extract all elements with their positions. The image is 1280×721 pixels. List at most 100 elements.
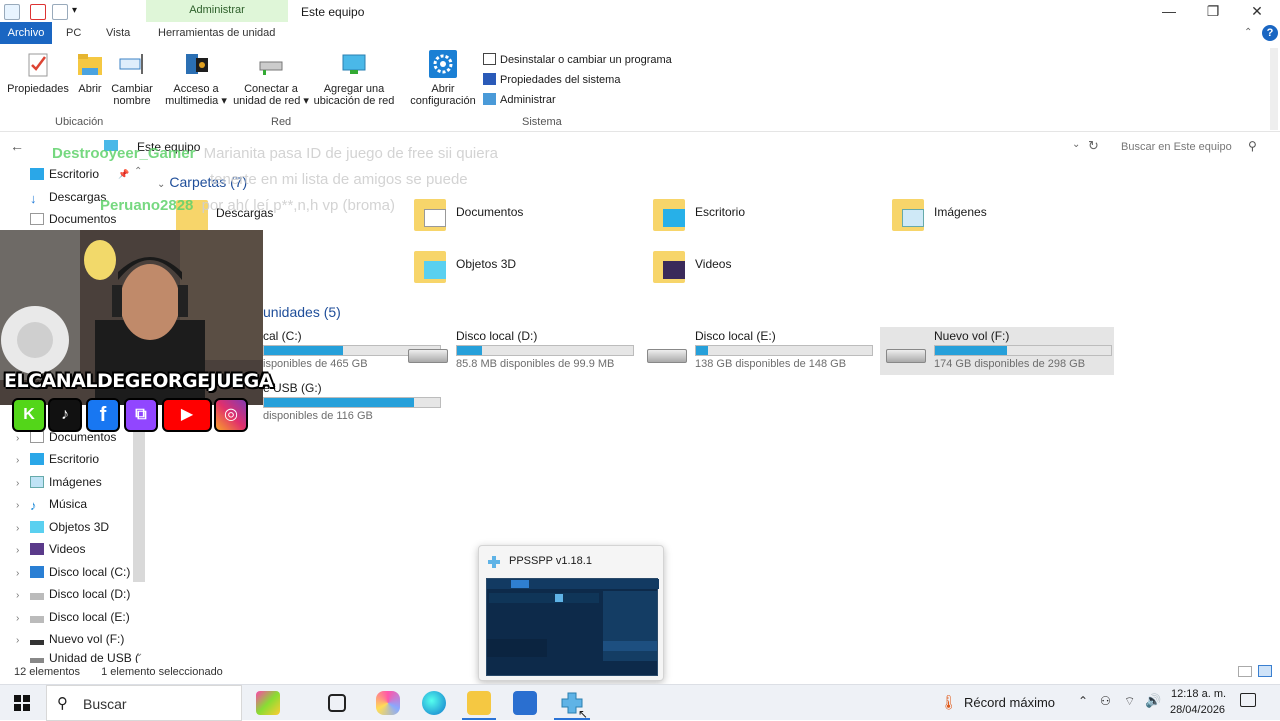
drive-f[interactable]: Nuevo vol (F:) 174 GB disponibles de 298…	[880, 327, 1114, 375]
expand-chevron-icon[interactable]: ›	[16, 586, 30, 606]
scroll-down-icon[interactable]: ⌄	[135, 648, 143, 659]
properties-icon	[24, 50, 52, 78]
computer-icon[interactable]	[4, 4, 20, 20]
tab-drive-tools[interactable]: Herramientas de unidad	[158, 27, 275, 39]
help-icon[interactable]: ?	[1262, 25, 1278, 41]
tree-item-disco-e[interactable]: › Disco local (E:)	[16, 607, 130, 627]
expand-chevron-icon[interactable]: ›	[16, 496, 30, 516]
collapse-chevron-icon[interactable]: ⌄	[157, 179, 165, 190]
expand-chevron-icon[interactable]: ›	[16, 474, 30, 494]
tab-view[interactable]: Vista	[106, 27, 130, 39]
ppsspp-thumbnail[interactable]	[486, 578, 659, 676]
videos-folder-icon	[653, 245, 685, 283]
open-settings-button[interactable]: Abrir configuración	[408, 50, 478, 107]
twitch-icon: ⧉	[124, 398, 158, 432]
wifi-icon[interactable]: ⌔	[1124, 694, 1135, 709]
clock-time[interactable]: 12:18 a. m.	[1171, 688, 1226, 700]
search-input[interactable]: Buscar en Este equipo	[1112, 136, 1268, 158]
nav-item-desktop[interactable]: Escritorio	[30, 164, 99, 184]
drive-icon	[408, 349, 448, 363]
new-folder-quick-icon[interactable]	[52, 4, 68, 20]
clock-date[interactable]: 28/04/2026	[1170, 704, 1225, 716]
expand-chevron-icon[interactable]: ›	[16, 631, 30, 651]
notifications-icon[interactable]	[1240, 693, 1256, 707]
chat-username: Peruano2828	[100, 197, 194, 214]
properties-button[interactable]: Propiedades	[6, 50, 70, 95]
expand-chevron-icon[interactable]: ›	[16, 451, 30, 471]
tree-item-disco-c[interactable]: › Disco local (C:)	[16, 562, 130, 582]
large-icons-view-icon[interactable]	[1258, 665, 1272, 677]
scroll-up-icon[interactable]: ⌃	[134, 166, 142, 177]
system-properties-icon	[483, 73, 496, 85]
tree-item-objetos-3d[interactable]: › Objetos 3D	[16, 517, 109, 537]
expand-chevron-icon[interactable]: ›	[16, 609, 30, 629]
back-arrow-icon[interactable]: ←	[10, 138, 24, 154]
expand-chevron-icon[interactable]: ›	[16, 429, 30, 449]
drive-e[interactable]: Disco local (E:) 138 GB disponibles de 1…	[641, 327, 875, 375]
tree-item-videos[interactable]: › Videos	[16, 539, 85, 559]
open-button[interactable]: Abrir	[74, 50, 106, 95]
pin-icon[interactable]: 📌	[118, 169, 129, 180]
manage-button[interactable]: Administrar	[483, 92, 556, 108]
window-title: Este equipo	[301, 5, 365, 19]
search-icon[interactable]: ⚲	[1248, 139, 1257, 153]
add-network-location-button[interactable]: Agregar una ubicación de red	[312, 50, 396, 107]
chat-text: tenerte en mi lista de amigos se puede	[210, 171, 468, 188]
tab-pc[interactable]: PC	[66, 27, 81, 39]
tree-item-imagenes[interactable]: › Imágenes	[16, 472, 102, 492]
edge-browser-icon[interactable]	[422, 691, 446, 715]
system-properties-button[interactable]: Propiedades del sistema	[483, 72, 620, 88]
close-button[interactable]: ✕	[1246, 2, 1268, 22]
media-icon	[182, 50, 210, 78]
gift-widget-icon[interactable]	[256, 691, 280, 715]
windows-start-icon[interactable]	[14, 695, 30, 711]
youtube-icon: ▶	[162, 398, 212, 432]
instagram-icon: ◎	[214, 398, 248, 432]
manage-context-tab[interactable]: Administrar	[146, 0, 288, 22]
ribbon-scrollbar[interactable]	[1270, 48, 1278, 130]
search-icon: ⚲	[57, 695, 68, 712]
refresh-icon[interactable]: ↻	[1088, 138, 1099, 154]
map-network-drive-button[interactable]: Conectar a unidad de red ▾	[232, 50, 310, 107]
file-explorer-icon[interactable]	[467, 691, 491, 715]
ppsspp-preview-window[interactable]: PPSSPP v1.18.1	[478, 545, 664, 681]
uninstall-icon	[483, 53, 496, 65]
quick-access-dropdown-icon[interactable]: ▾	[72, 5, 77, 16]
drive-icon	[647, 349, 687, 363]
tree-item-usb[interactable]: Unidad de USB (	[16, 651, 139, 663]
properties-quick-icon[interactable]	[30, 4, 46, 20]
taskbar: ⚲ Buscar 🌡 Récord máximo ⌃ ⚇ ⌔ 🔊 12:18 a…	[0, 684, 1280, 721]
address-dropdown-icon[interactable]: ⌄	[1072, 139, 1080, 150]
tray-chevron-icon[interactable]: ⌃	[1078, 694, 1088, 708]
mouse-cursor-icon: ↖	[578, 707, 589, 721]
tree-item-escritorio[interactable]: › Escritorio	[16, 449, 99, 469]
rename-button[interactable]: Cambiar nombre	[108, 50, 156, 107]
weather-label[interactable]: Récord máximo	[964, 695, 1055, 710]
drive-icon	[886, 349, 926, 363]
tab-file[interactable]: Archivo	[0, 22, 52, 44]
tree-item-nuevo-vol[interactable]: › Nuevo vol (F:)	[16, 629, 124, 649]
tree-item-musica[interactable]: › ♪ Música	[16, 494, 87, 514]
uninstall-program-button[interactable]: Desinstalar o cambiar un programa	[483, 52, 672, 68]
drives-header[interactable]: unidades (5)	[263, 304, 341, 320]
outlook-icon[interactable]	[513, 691, 537, 715]
task-view-icon[interactable]	[328, 694, 346, 712]
maximize-button[interactable]: ❐	[1202, 2, 1224, 22]
taskbar-search-box[interactable]: ⚲ Buscar	[46, 685, 242, 721]
details-view-icon[interactable]	[1238, 666, 1252, 677]
minimize-button[interactable]: —	[1158, 2, 1180, 22]
expand-chevron-icon[interactable]: ›	[16, 564, 30, 584]
nav-item-downloads[interactable]: ↓ Descargas	[30, 187, 106, 207]
expand-chevron-icon[interactable]: ›	[16, 519, 30, 539]
kick-icon: K	[12, 398, 46, 432]
expand-chevron-icon[interactable]: ›	[16, 541, 30, 561]
collapse-ribbon-icon[interactable]: ⌃	[1244, 27, 1252, 38]
drive-d[interactable]: Disco local (D:) 85.8 MB disponibles de …	[402, 327, 636, 375]
tray-app-icon[interactable]: ⚇	[1100, 694, 1111, 708]
copilot-icon[interactable]	[376, 691, 400, 715]
tree-item-disco-d[interactable]: › Disco local (D:)	[16, 584, 130, 604]
volume-icon[interactable]: 🔊	[1145, 693, 1161, 709]
desktop-icon	[30, 168, 44, 180]
access-media-button[interactable]: Acceso a multimedia ▾	[164, 50, 228, 107]
nav-scrollbar[interactable]	[133, 420, 145, 582]
